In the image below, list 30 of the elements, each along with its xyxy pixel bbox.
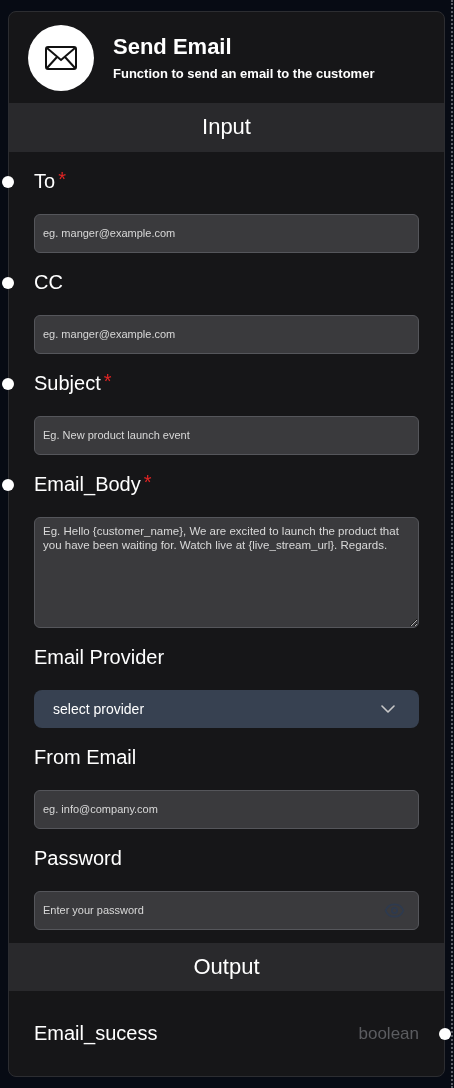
node-subtitle: Function to send an email to the customer	[113, 66, 375, 82]
required-marker: *	[143, 470, 152, 494]
required-marker: *	[103, 369, 112, 393]
text-area[interactable]: Eg. Hello {customer_name}, We are excited to launch the product that you have been waiting for. Watch live at {live_stream_url}. Regards.	[34, 516, 419, 628]
output-type: boolean	[358, 1023, 419, 1044]
field-label: To	[34, 170, 56, 194]
section-header: Input	[9, 103, 444, 152]
field-label: From Email	[34, 746, 137, 770]
chevron-down-icon	[381, 704, 395, 713]
field-label: Subject	[34, 372, 101, 396]
provider-dropdown[interactable]: select provider	[34, 689, 419, 728]
connection-handle[interactable]	[2, 175, 14, 188]
required-marker: *	[58, 167, 66, 191]
field-label: Password	[34, 847, 122, 871]
connection-handle[interactable]	[2, 377, 14, 390]
envelope-icon	[45, 45, 77, 70]
node-title: Send Email	[113, 34, 233, 61]
field-label: Email Provider	[34, 646, 165, 670]
field-label: CC	[34, 271, 63, 295]
output-label: Email_sucess	[34, 1022, 158, 1045]
text-field[interactable]: Eg. New product launch event	[34, 415, 419, 455]
text-field[interactable]: eg. manger@example.com	[34, 213, 419, 253]
password-field[interactable]: Enter your password	[34, 890, 419, 930]
section-header: Output	[9, 942, 444, 992]
connection-handle[interactable]	[2, 478, 14, 491]
text-field[interactable]: eg. manger@example.com	[34, 314, 419, 354]
connection-handle[interactable]	[439, 1028, 451, 1041]
field-label: Email_Body	[34, 473, 141, 497]
connection-handle[interactable]	[2, 276, 14, 289]
text-field[interactable]: eg. info@company.com	[34, 789, 419, 829]
